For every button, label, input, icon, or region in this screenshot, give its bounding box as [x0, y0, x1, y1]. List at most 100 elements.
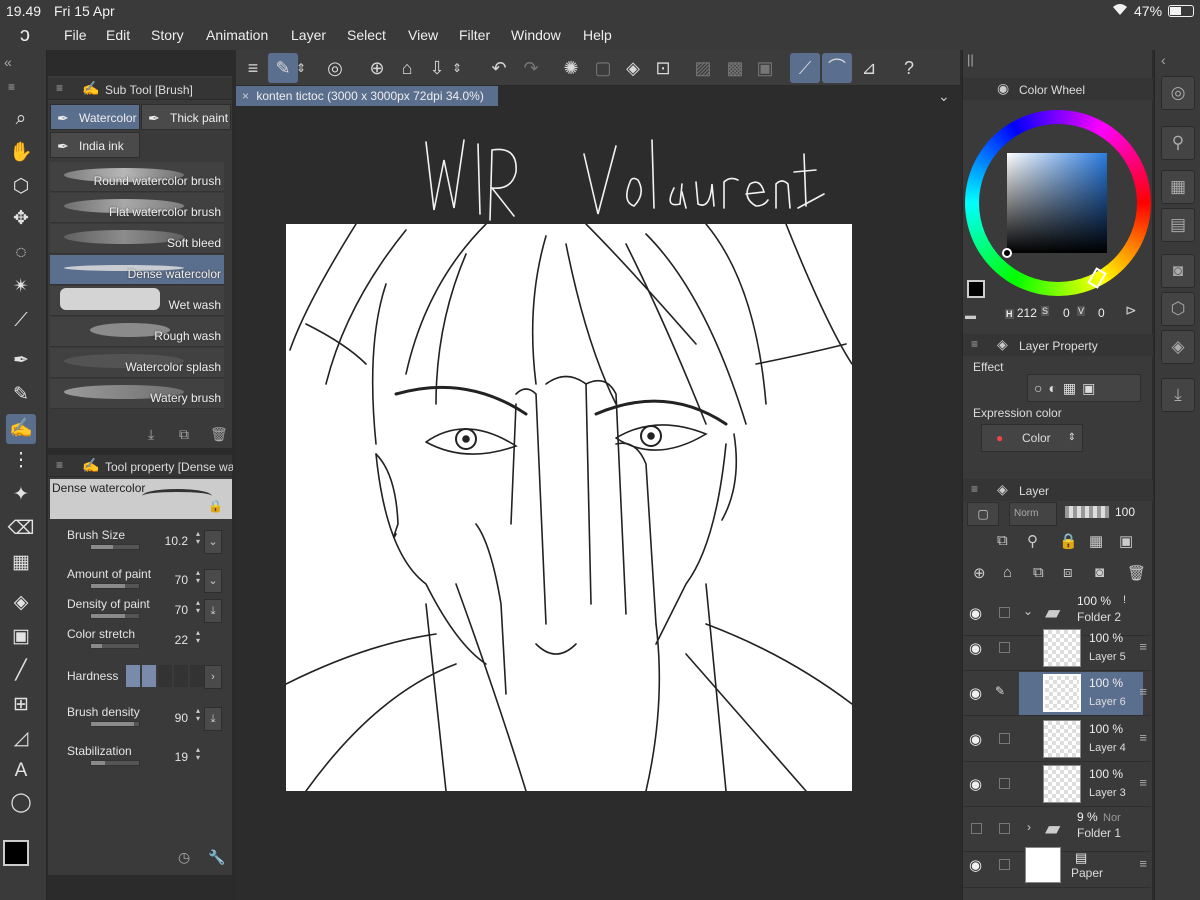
layer-row-layer-3[interactable]: ◉ 100 % Layer 3 ≡	[963, 763, 1151, 807]
tab-watercolor[interactable]: ✒ Watercolor	[50, 104, 140, 130]
brush-item[interactable]: Flat watercolor brush	[50, 193, 224, 223]
tool-reset-icon[interactable]: ◷	[178, 849, 190, 866]
drag-handle-icon[interactable]: ≡	[1139, 856, 1147, 871]
eye-icon[interactable]: ◉	[969, 730, 982, 748]
help-icon[interactable]: ?	[894, 53, 924, 83]
brush-density-row[interactable]: Brush density 90 ▴ ▾ ⤓	[60, 703, 222, 737]
menu-help[interactable]: Help	[583, 27, 612, 43]
layer-checkbox[interactable]	[999, 642, 1010, 653]
layer-checkbox[interactable]	[999, 733, 1010, 744]
panel-menu-icon[interactable]: ≡	[971, 337, 978, 351]
gradient-tool-icon[interactable]: ▣	[6, 622, 36, 652]
mask-icon[interactable]: ▣	[1119, 532, 1133, 550]
layer-checkbox[interactable]	[999, 823, 1010, 834]
wrench-icon[interactable]: 🔧	[208, 849, 225, 866]
transform-icon[interactable]: ⊡	[648, 53, 678, 83]
palette-menu-icon[interactable]: ≡	[8, 80, 15, 94]
layer-color-select[interactable]: ▢	[967, 502, 999, 526]
brush-size-row[interactable]: Brush Size 10.2 ▴ ▾ ⌄	[60, 526, 222, 560]
redo-icon[interactable]: ↷	[516, 53, 546, 83]
copy-layer-icon[interactable]: ⧉	[1033, 564, 1044, 581]
panel-menu-icon[interactable]: ≡	[56, 81, 63, 95]
chevron-updown-icon[interactable]: ⇕	[294, 53, 308, 83]
snap-ruler-icon[interactable]: ⟋	[790, 53, 820, 83]
show-selection-icon[interactable]: ▣	[750, 53, 780, 83]
zoom-tool-icon[interactable]: ⌕	[6, 104, 36, 134]
pencil-tool-icon[interactable]: ✎	[6, 380, 36, 410]
document-tab[interactable]: × konten tictoc (3000 x 3000px 72dpi 34.…	[236, 86, 498, 106]
brush-tool-icon[interactable]: ✍	[6, 414, 36, 444]
layer-mask-icon[interactable]: ◙	[1095, 564, 1104, 581]
delete-layer-icon[interactable]: 🗑	[1127, 564, 1146, 582]
menu-layer[interactable]: Layer	[291, 27, 326, 43]
density-of-paint-row[interactable]: Density of paint 70 ▴ ▾ ⤓	[60, 595, 222, 629]
chevron-right-icon[interactable]: ›	[1027, 820, 1031, 834]
brush-item[interactable]: Dense watercolor	[50, 255, 224, 285]
fill-tool-icon[interactable]: ◈	[6, 588, 36, 618]
panel-menu-icon[interactable]: ≡	[56, 458, 63, 472]
app-logo-icon[interactable]: ↄ	[20, 24, 30, 47]
blend-tool-icon[interactable]: ▦	[6, 548, 36, 578]
brush-item[interactable]: Round watercolor brush	[50, 162, 224, 192]
hardness-step[interactable]	[190, 665, 204, 687]
opacity-slider[interactable]	[1065, 506, 1109, 518]
import-icon[interactable]: ⤓	[1161, 378, 1195, 412]
collapse-right-icon[interactable]: ‹	[1161, 52, 1166, 68]
hand-tool-icon[interactable]: ✋	[6, 138, 36, 168]
blend-mode-select[interactable]: Norm	[1009, 502, 1057, 526]
clip-studio-icon[interactable]: ◎	[320, 53, 350, 83]
navigator-icon[interactable]: ◎	[1161, 76, 1195, 110]
fill-icon[interactable]: ◈	[618, 53, 648, 83]
layer-checkbox[interactable]	[999, 778, 1010, 789]
new-file-icon[interactable]: ⊕	[362, 53, 392, 83]
drawing-canvas[interactable]	[286, 224, 852, 791]
effect-buttons[interactable]: ○◐▦▣	[1027, 374, 1141, 402]
save-icon[interactable]: ⇩	[422, 53, 452, 83]
eye-icon[interactable]: ◉	[969, 639, 982, 657]
invert-selection-icon[interactable]: ▩	[720, 53, 750, 83]
undo-icon[interactable]: ↶	[484, 53, 514, 83]
brush-item[interactable]: Soft bleed	[50, 224, 224, 254]
hardness-step[interactable]	[126, 665, 140, 687]
layer-row-layer-6[interactable]: ◉ ✎ 100 % Layer 6 ≡	[963, 672, 1151, 716]
drag-handle-icon[interactable]: ≡	[1139, 684, 1147, 699]
snap-special-ruler-icon[interactable]: ⌒	[822, 53, 852, 83]
layer-property-icon[interactable]: ⬡	[1161, 292, 1195, 326]
expression-color-select[interactable]: ● Color ⇕	[981, 424, 1083, 452]
close-icon[interactable]: ×	[242, 89, 249, 103]
trash-icon[interactable]: 🗑	[210, 426, 228, 443]
snap-grid-icon[interactable]: ⊿	[854, 53, 884, 83]
main-color-swatch[interactable]	[967, 280, 985, 298]
deselect-icon[interactable]: ▨	[688, 53, 718, 83]
eye-icon[interactable]: ◉	[969, 775, 982, 793]
main-color-swatch[interactable]	[3, 840, 29, 866]
duplicate-icon[interactable]: ⧉	[179, 426, 189, 443]
frame-tool-icon[interactable]: ⊞	[6, 690, 36, 720]
move-tool-icon[interactable]: ✥	[6, 204, 36, 234]
menu-story[interactable]: Story	[151, 27, 184, 43]
lock-transparency-icon[interactable]: ▦	[1089, 532, 1103, 550]
layer-row-paper[interactable]: ◉ ▤ Paper ≡	[963, 844, 1151, 888]
lasso-tool-icon[interactable]: ◌	[6, 238, 36, 268]
material-icon[interactable]: ▦	[1161, 170, 1195, 204]
color-mode-icon[interactable]: ⊳	[1125, 302, 1137, 319]
timeline-icon[interactable]: ▤	[1161, 208, 1195, 242]
collapse-left-icon[interactable]: «	[4, 54, 12, 70]
3d-object-tool-icon[interactable]: ⬡	[6, 172, 36, 202]
layer-row-layer-4[interactable]: ◉ 100 % Layer 4 ≡	[963, 718, 1151, 762]
new-folder-icon[interactable]: ⌂	[1003, 564, 1012, 581]
chevron-right-icon[interactable]: ›	[204, 665, 222, 689]
decoration-tool-icon[interactable]: ✦	[6, 480, 36, 510]
drag-handle-icon[interactable]: ≡	[1139, 730, 1147, 745]
menu-view[interactable]: View	[408, 27, 438, 43]
color-stretch-row[interactable]: Color stretch 22 ▴ ▾	[60, 625, 222, 659]
menu-select[interactable]: Select	[347, 27, 386, 43]
drag-handle-icon[interactable]: ≡	[1139, 639, 1147, 654]
eraser-tool-icon[interactable]: ⌫	[6, 514, 36, 544]
eyedropper-icon[interactable]: ⟋	[6, 306, 36, 336]
hardness-step[interactable]	[142, 665, 156, 687]
new-raster-layer-icon[interactable]: ⊕	[973, 564, 986, 582]
eye-icon[interactable]: ◉	[969, 604, 982, 622]
hardness-step[interactable]	[174, 665, 188, 687]
saturation-value-square[interactable]	[1007, 153, 1107, 253]
